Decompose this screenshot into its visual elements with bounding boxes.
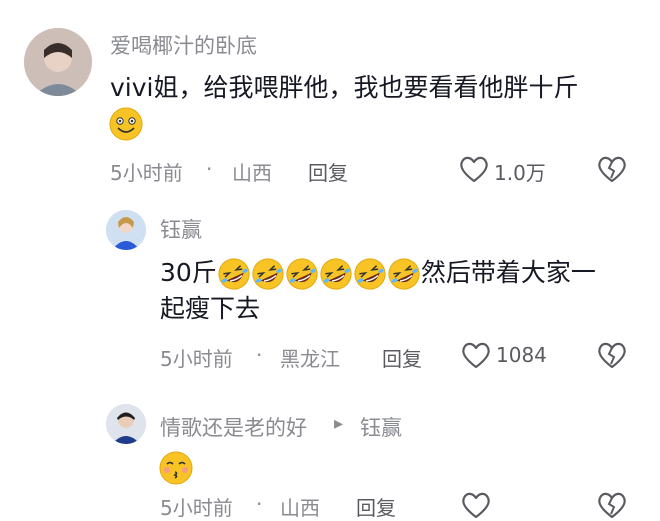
meta-separator: ·	[206, 157, 213, 181]
rolling-on-floor-laughing-icon	[319, 257, 353, 291]
broken-heart-icon[interactable]	[596, 490, 628, 520]
heart-icon[interactable]	[458, 154, 490, 184]
comment-text-suffix: 然后带着大家一	[420, 258, 596, 287]
avatar[interactable]	[24, 28, 92, 96]
rolling-on-floor-laughing-icon	[353, 257, 387, 291]
kissing-closed-eyes-icon	[158, 450, 194, 486]
reply-arrow-icon: ▸	[334, 413, 344, 434]
comment-location: 山西	[232, 161, 272, 185]
broken-heart-icon[interactable]	[596, 154, 628, 184]
heart-icon[interactable]	[460, 490, 492, 520]
user-avatar-photo	[106, 404, 146, 444]
comment-time: 5小时前	[110, 161, 183, 185]
comment-text: 30斤 然后带着大家一	[160, 255, 596, 291]
like-count: 1.0万	[494, 161, 546, 185]
reply-button[interactable]: 回复	[308, 157, 348, 186]
user-avatar-photo	[106, 210, 146, 250]
rolling-on-floor-laughing-icon	[387, 257, 421, 291]
comment-location: 黑龙江	[280, 347, 340, 371]
rolling-on-floor-laughing-icon	[285, 257, 319, 291]
meta-separator: ·	[256, 343, 263, 367]
reply-button[interactable]: 回复	[382, 343, 422, 372]
avatar[interactable]	[106, 210, 146, 250]
comment-username[interactable]: 爱喝椰汁的卧底	[110, 30, 257, 60]
grinning-face-icon	[108, 106, 144, 142]
comment-time: 5小时前	[160, 496, 233, 520]
avatar[interactable]	[106, 404, 146, 444]
emoji-row	[217, 258, 421, 290]
comment-time: 5小时前	[160, 347, 233, 371]
broken-heart-icon[interactable]	[596, 340, 628, 370]
comment-location: 山西	[280, 496, 320, 520]
user-avatar-photo	[24, 28, 92, 96]
meta-separator: ·	[256, 492, 263, 516]
rolling-on-floor-laughing-icon	[251, 257, 285, 291]
heart-icon[interactable]	[460, 340, 492, 370]
like-count: 1084	[496, 343, 547, 367]
comment-username[interactable]: 钰赢	[160, 214, 202, 244]
comment-username[interactable]: 情歌还是老的好	[160, 412, 307, 442]
comment-text-line2: 起瘦下去	[160, 294, 261, 323]
rolling-on-floor-laughing-icon	[217, 257, 251, 291]
comment-text: vivi姐，给我喂胖他，我也要看看他胖十斤	[110, 73, 579, 102]
reply-button[interactable]: 回复	[356, 492, 396, 521]
reply-to-username[interactable]: 钰赢	[360, 412, 402, 442]
comment-text-prefix: 30斤	[160, 258, 217, 287]
